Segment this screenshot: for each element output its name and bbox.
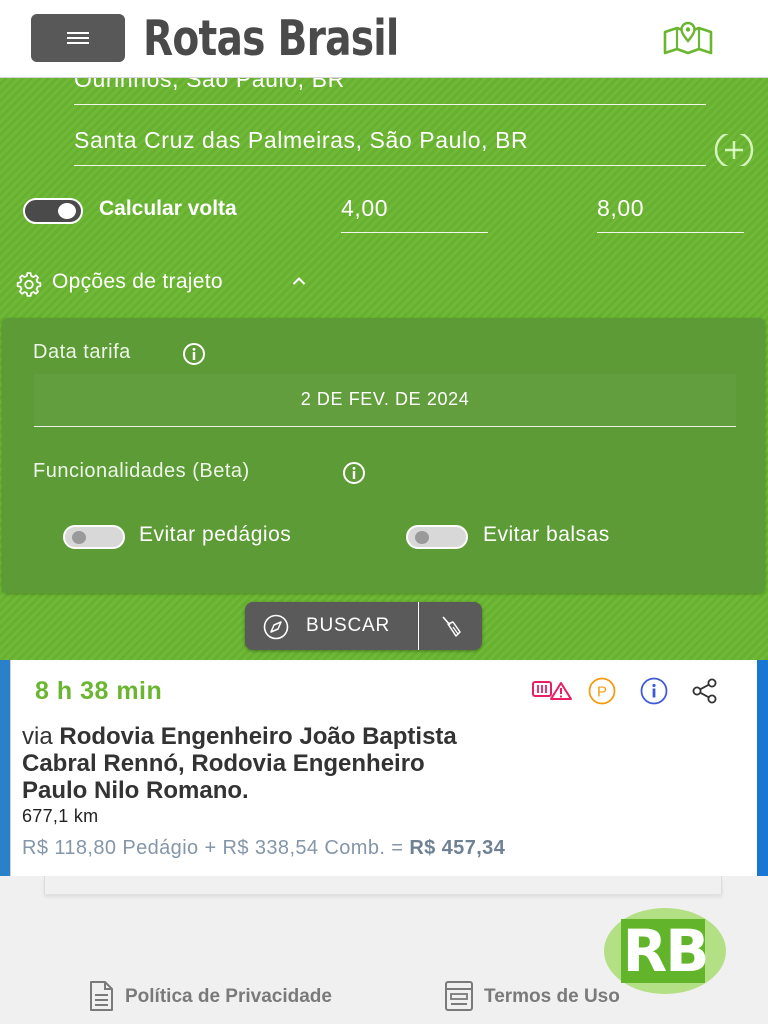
calcular-volta-label: Calcular volta bbox=[99, 197, 237, 220]
terms-document-icon bbox=[445, 981, 473, 1011]
broom-icon bbox=[442, 616, 461, 637]
trajeto-options-label: Opções de trajeto bbox=[52, 270, 223, 293]
route-form: Ourinhos, São Paulo, BR Santa Cruz das P… bbox=[0, 78, 768, 660]
plus-circle-icon[interactable] bbox=[713, 134, 757, 166]
via-road-line-1: Rodovia Engenheiro João Baptista bbox=[59, 723, 457, 750]
trajeto-options-panel: Data tarifa 2 DE FEV. DE 2024 Funcionali… bbox=[2, 318, 765, 593]
menu-button[interactable] bbox=[31, 14, 125, 62]
cost-breakdown: R$ 118,80 Pedágio + R$ 338,54 Comb. = bbox=[22, 837, 404, 859]
calcular-volta-toggle[interactable] bbox=[23, 198, 83, 224]
evitar-pedagios-toggle[interactable] bbox=[63, 525, 125, 549]
info-icon[interactable] bbox=[342, 461, 366, 485]
evitar-pedagios-label: Evitar pedágios bbox=[139, 523, 292, 546]
parking-icon[interactable]: P bbox=[587, 677, 617, 707]
fuel-price-underline bbox=[597, 232, 744, 233]
via-road-line-3: Paulo Nilo Romano. bbox=[22, 777, 249, 804]
toggle-knob bbox=[415, 531, 429, 544]
cost-total: R$ 457,34 bbox=[409, 837, 506, 859]
info-icon[interactable] bbox=[182, 342, 206, 366]
via-prefix: via bbox=[22, 723, 53, 750]
clear-button[interactable] bbox=[419, 602, 482, 650]
svg-text:P: P bbox=[597, 684, 607, 701]
funcionalidades-label: Funcionalidades (Beta) bbox=[33, 460, 250, 482]
fuel-consumption-underline bbox=[341, 232, 488, 233]
compass-icon bbox=[263, 614, 289, 640]
route-duration: 8 h 38 min bbox=[35, 677, 163, 705]
rb-badge[interactable]: RB bbox=[604, 908, 726, 994]
info-icon[interactable] bbox=[639, 677, 669, 707]
toggle-knob bbox=[58, 203, 76, 219]
search-button-label: BUSCAR bbox=[306, 615, 390, 636]
fuel-consumption-input[interactable]: 4,00 bbox=[341, 195, 388, 222]
chevron-up-icon bbox=[292, 277, 306, 285]
search-button[interactable]: BUSCAR bbox=[245, 602, 418, 650]
via-road-line-2: Cabral Rennó, Rodovia Engenheiro bbox=[22, 750, 425, 777]
rb-badge-text: RB bbox=[622, 917, 710, 985]
toggle-knob bbox=[72, 531, 86, 544]
fuel-price-input[interactable]: 8,00 bbox=[597, 195, 644, 222]
origin-input[interactable]: Ourinhos, São Paulo, BR bbox=[74, 78, 345, 93]
date-field[interactable]: 2 DE FEV. DE 2024 bbox=[34, 374, 736, 427]
destination-underline bbox=[74, 165, 706, 166]
result-left-edge bbox=[0, 660, 10, 876]
toll-warning-icon[interactable] bbox=[531, 678, 573, 702]
privacy-link-label: Política de Privacidade bbox=[125, 986, 332, 1007]
terms-link-label: Termos de Uso bbox=[484, 986, 620, 1007]
share-icon[interactable] bbox=[691, 678, 721, 706]
date-value: 2 DE FEV. DE 2024 bbox=[300, 389, 470, 409]
next-card-edge bbox=[44, 876, 722, 894]
origin-underline bbox=[74, 104, 706, 105]
evitar-balsas-toggle[interactable] bbox=[406, 525, 468, 549]
map-pin-icon[interactable] bbox=[662, 20, 714, 56]
route-result-card[interactable]: 8 h 38 min P via Rodovia Engenheiro João… bbox=[10, 660, 758, 876]
gear-icon bbox=[16, 272, 42, 297]
hamburger-icon bbox=[67, 32, 89, 44]
route-via: via Rodovia Engenheiro João Baptista Cab… bbox=[22, 723, 722, 804]
data-tarifa-label: Data tarifa bbox=[33, 341, 131, 363]
search-button-group: BUSCAR bbox=[245, 602, 482, 650]
result-selected-indicator bbox=[757, 660, 768, 876]
route-cost: R$ 118,80 Pedágio + R$ 338,54 Comb. = R$… bbox=[22, 837, 505, 860]
document-icon bbox=[90, 981, 113, 1011]
route-distance: 677,1 km bbox=[22, 806, 99, 826]
app-header: Rotas Brasil bbox=[0, 0, 768, 78]
app-logo[interactable]: Rotas Brasil bbox=[143, 12, 399, 66]
destination-input[interactable]: Santa Cruz das Palmeiras, São Paulo, BR bbox=[74, 127, 528, 154]
evitar-balsas-label: Evitar balsas bbox=[483, 523, 610, 546]
